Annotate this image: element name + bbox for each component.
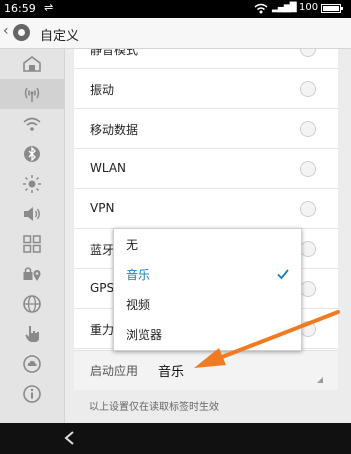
start-app-selector[interactable]: 启动应用 音乐: [74, 350, 338, 390]
setting-row-mobile-data[interactable]: 移动数据: [74, 109, 338, 149]
volume-icon: [24, 207, 40, 221]
bluetooth-icon: [24, 146, 40, 162]
info-icon: [23, 385, 41, 403]
home-icon: [23, 56, 41, 72]
option-label: 音乐: [126, 268, 151, 282]
battery-icon: [321, 4, 343, 13]
action-bar: ‹ 自定义: [0, 18, 351, 49]
setting-row-vpn[interactable]: VPN: [74, 189, 338, 229]
sidebar-item-apps[interactable]: [0, 229, 64, 259]
wifi-status-icon: [254, 3, 268, 14]
usb-icon: ⇌: [44, 1, 54, 14]
setting-row-wlan[interactable]: WLAN: [74, 149, 338, 189]
back-arrow-icon[interactable]: [62, 430, 78, 446]
page-title: 自定义: [40, 29, 80, 44]
grid-icon: [23, 235, 41, 253]
cloud-icon: [23, 355, 41, 373]
setting-toggle[interactable]: [300, 81, 316, 97]
hand-pointer-icon: [25, 326, 39, 342]
sidebar-item-signal[interactable]: [0, 79, 64, 109]
sidebar-item-about[interactable]: [0, 379, 64, 409]
setting-label: 振动: [90, 83, 115, 97]
setting-label: 移动数据: [90, 123, 139, 137]
settings-note: 以上设置仅在读取标签时生效: [89, 402, 219, 413]
setting-toggle[interactable]: [300, 121, 316, 137]
sidebar-item-brightness[interactable]: [0, 169, 64, 199]
sidebar-item-lock-location[interactable]: [0, 259, 64, 289]
sidebar-item-cloud[interactable]: [0, 349, 64, 379]
start-app-dropdown: 无 音乐 视频 浏览器: [113, 228, 302, 351]
status-bar: 16:59 ⇌ ▂▄▆█ 100: [0, 0, 351, 18]
setting-toggle[interactable]: [300, 161, 316, 177]
start-app-value: 音乐: [158, 365, 185, 380]
setting-label: VPN: [90, 201, 115, 215]
option-label: 浏览器: [126, 328, 163, 342]
back-chevron-icon[interactable]: ‹: [3, 23, 9, 39]
wifi-icon: [23, 117, 41, 131]
brightness-icon: [23, 175, 41, 193]
sidebar-item-home[interactable]: [0, 49, 64, 79]
option-label: 视频: [126, 298, 151, 312]
gear-icon[interactable]: [13, 24, 30, 41]
navigation-bar: [0, 423, 351, 454]
setting-label: 静音模式: [90, 49, 139, 57]
dropdown-corner-icon: [317, 377, 323, 383]
setting-toggle[interactable]: [300, 321, 316, 337]
setting-toggle[interactable]: [300, 241, 316, 257]
sidebar-item-volume[interactable]: [0, 199, 64, 229]
setting-label: GPS: [90, 281, 115, 295]
dropdown-option-browser[interactable]: 浏览器: [114, 319, 301, 349]
dropdown-option-video[interactable]: 视频: [114, 289, 301, 319]
lock-location-icon: [23, 267, 41, 281]
setting-toggle[interactable]: [300, 201, 316, 217]
setting-label: WLAN: [90, 161, 127, 175]
checkmark-icon: [277, 269, 289, 280]
setting-label: 蓝牙: [90, 243, 115, 257]
battery-percent: 100: [299, 2, 319, 13]
dropdown-option-none[interactable]: 无: [114, 229, 301, 259]
signal-icon: ▂▄▆█: [272, 3, 297, 13]
start-app-label: 启动应用: [90, 364, 139, 378]
option-label: 无: [126, 238, 139, 252]
sidebar-item-network[interactable]: [0, 289, 64, 319]
globe-icon: [23, 295, 41, 313]
sidebar-item-wifi[interactable]: [0, 109, 64, 139]
setting-row-silent-mode[interactable]: 静音模式: [74, 49, 338, 69]
setting-row-vibration[interactable]: 振动: [74, 69, 338, 109]
sidebar-item-bluetooth[interactable]: [0, 139, 64, 169]
sidebar-item-gesture[interactable]: [0, 319, 64, 349]
category-sidebar: [0, 49, 65, 423]
setting-toggle[interactable]: [300, 281, 316, 297]
signal-broadcast-icon: [24, 87, 40, 102]
setting-toggle[interactable]: [300, 49, 316, 57]
status-time: 16:59: [4, 2, 36, 15]
dropdown-option-music[interactable]: 音乐: [114, 259, 301, 289]
